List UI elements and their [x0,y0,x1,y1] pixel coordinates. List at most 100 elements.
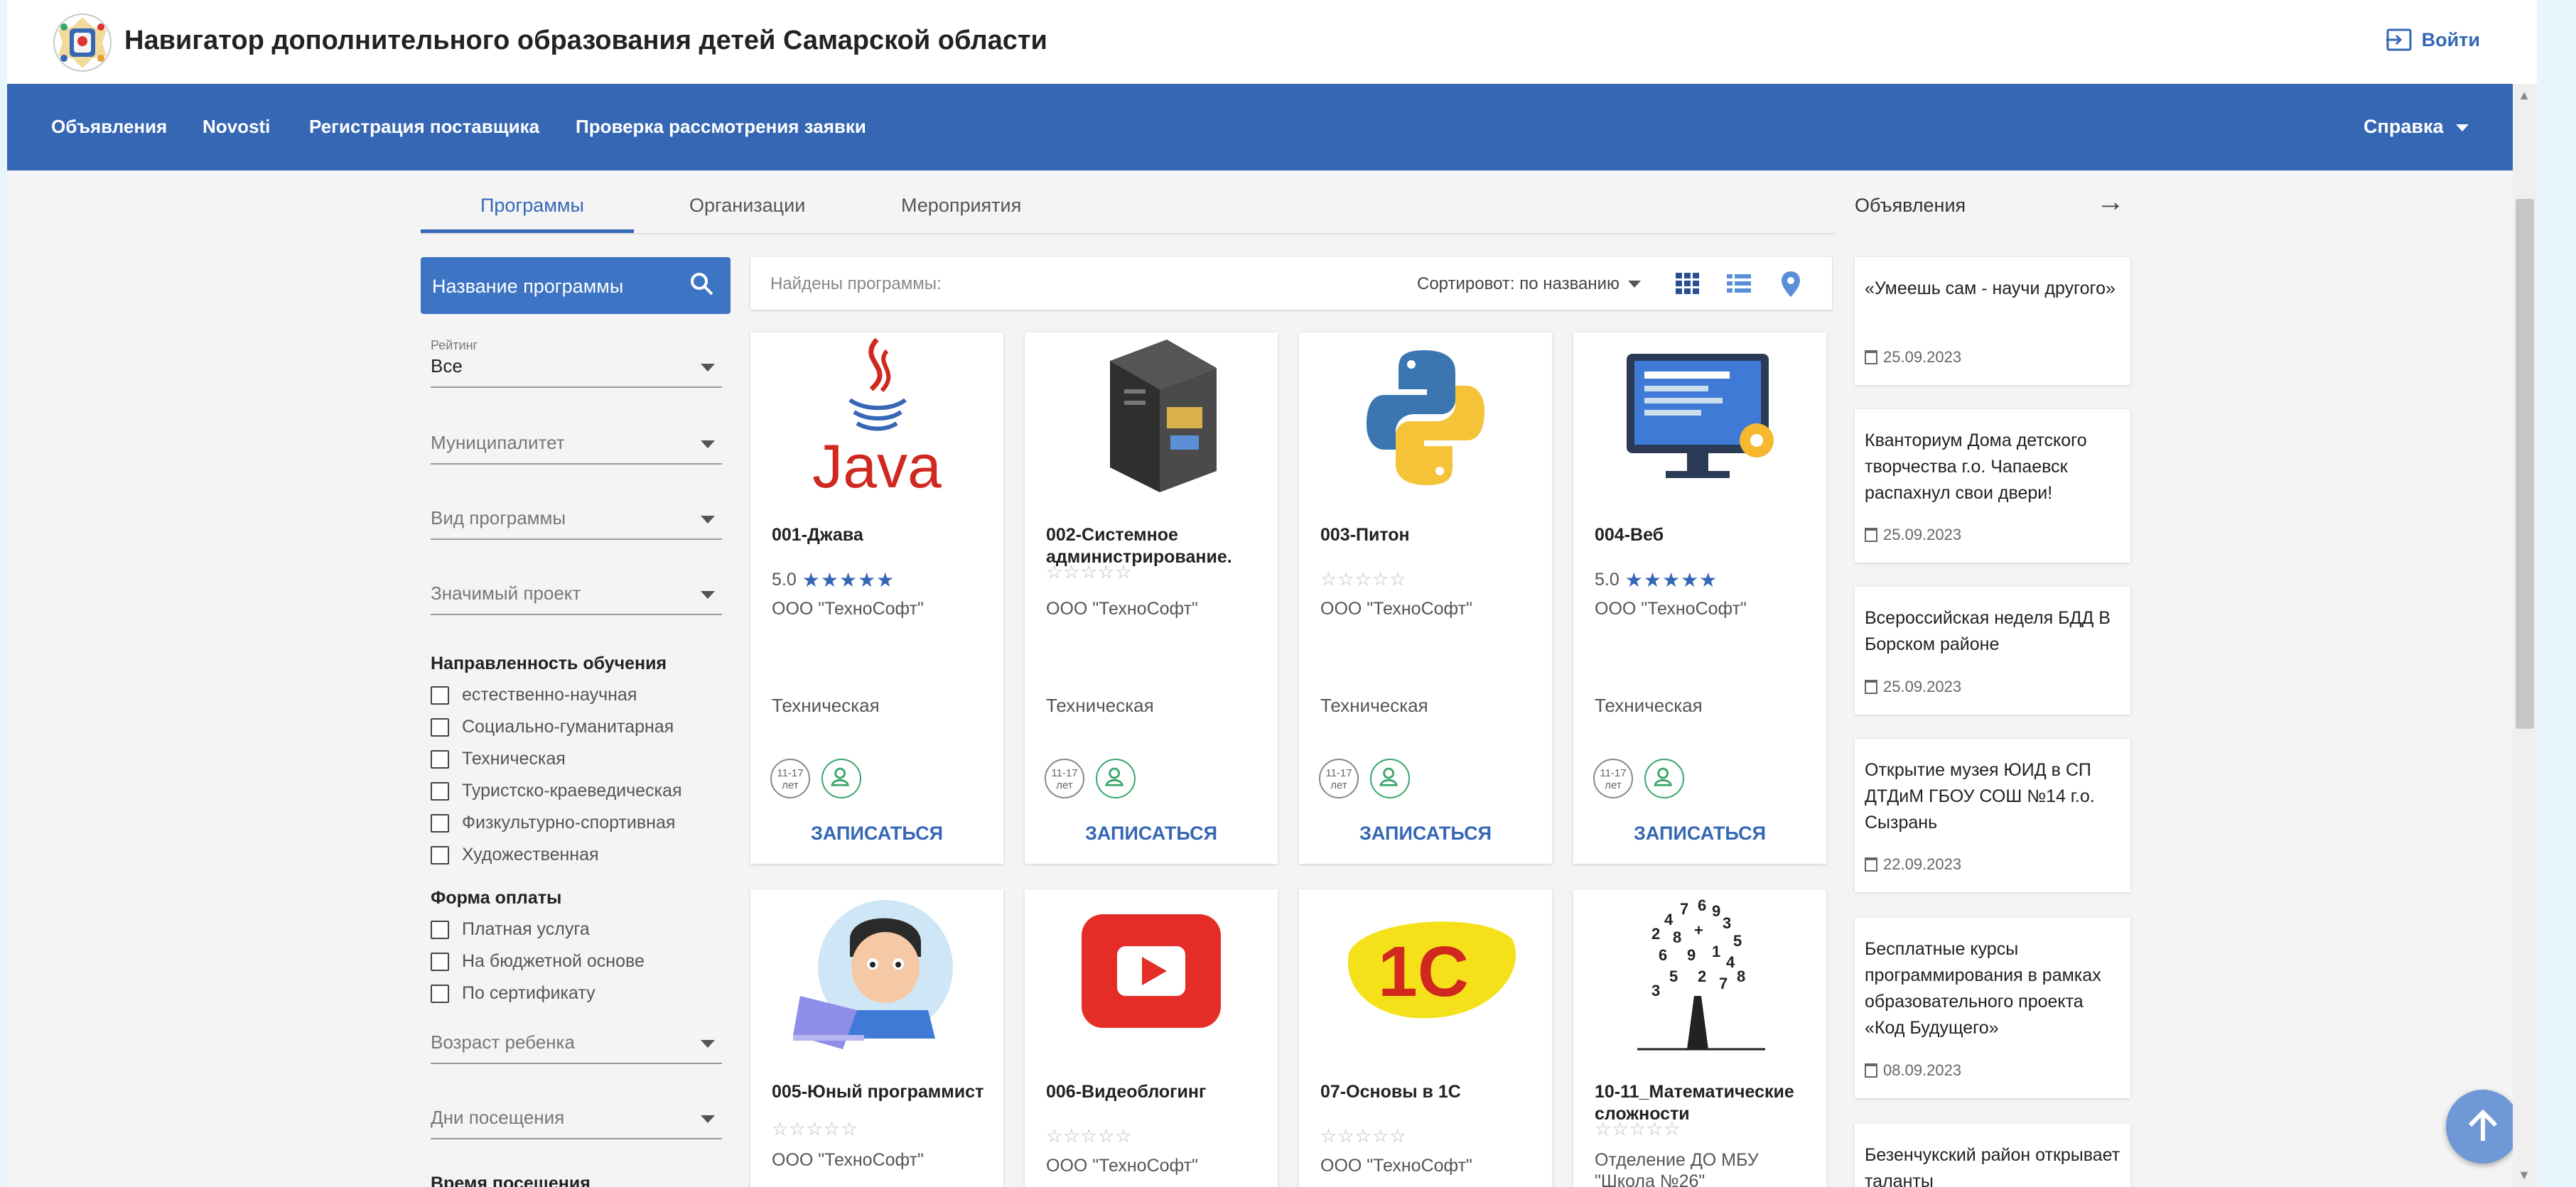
program-card[interactable]: 76943 2 8 +5 6 91452 738 10-11_Математическ… [1573,889,1826,1187]
svg-text:Java: Java [812,433,942,501]
significant-project-select[interactable]: Значимый проект [431,582,722,615]
checkbox-box[interactable] [431,749,449,769]
municipality-select[interactable]: Муниципалитет [431,432,722,465]
tab-organizations[interactable]: Организации [689,195,805,217]
nav-item-announcements[interactable]: Объявления [51,116,167,138]
login-label: Войти [2421,28,2480,50]
announcement-card[interactable]: Кванториум Дома детского творчества г.о.… [1855,409,2130,563]
direction-checkbox[interactable]: Техническая [431,749,566,769]
rating-number: 5.0 [1595,570,1620,590]
card-title[interactable]: 005-Юный программист [772,1081,985,1103]
enroll-button[interactable]: ЗАПИСАТЬСЯ [750,823,1003,845]
python-logo-image [1367,350,1484,485]
program-card[interactable]: 004-Веб 5.0 ★★★★★ ООО "ТехноСофт" Техниче… [1573,332,1826,864]
svg-text:9: 9 [1687,946,1696,964]
card-title[interactable]: 001-Джава [772,524,985,546]
person-icon [821,759,861,798]
svg-text:1С: 1С [1378,932,1469,1012]
arrow-right-icon[interactable]: → [2096,186,2125,218]
program-card[interactable]: 1С 07-Основы в 1С ☆☆☆☆☆ ООО "ТехноСофт" [1299,889,1552,1187]
svg-text:5: 5 [1669,968,1678,985]
card-title[interactable]: 004-Веб [1595,524,1808,546]
announcement-card[interactable]: Безенчукский район открывает таланты [1855,1124,2130,1187]
program-card[interactable]: 006-Видеоблогинг ☆☆☆☆☆ ООО "ТехноСофт" [1025,889,1278,1187]
announcement-card[interactable]: «Умеешь сам - научи другого» 25.09.2023 [1855,257,2130,385]
child-age-select[interactable]: Возраст ребенка [431,1031,722,1064]
list-view-icon[interactable] [1725,270,1752,297]
results-toolbar: Найдены программы: Сортировот: по назван… [750,257,1832,310]
svg-text:8: 8 [1673,928,1681,946]
payment-checkbox[interactable]: По сертификату [431,983,596,1004]
checkbox-box[interactable] [431,813,449,833]
caret-down-icon [1628,281,1642,288]
scrollbar-thumb[interactable] [2516,199,2534,729]
payment-checkbox[interactable]: Платная услуга [431,919,590,940]
map-pin-icon[interactable] [1779,270,1802,298]
login-button[interactable]: Войти [2385,28,2480,51]
enroll-button[interactable]: ЗАПИСАТЬСЯ [1573,823,1826,845]
page-scrollbar[interactable]: ▲ ▼ [2513,84,2537,1187]
tab-programs[interactable]: Программы [480,195,584,217]
checkbox-box[interactable] [431,984,449,1003]
card-organization: ООО "ТехноСофт" [1320,599,1472,619]
scroll-up-arrow-icon[interactable]: ▲ [2518,88,2531,103]
sort-select[interactable]: Сортировот: по названию [1417,274,1642,294]
announcement-card[interactable]: Бесплатные курсы программирования в рамк… [1855,918,2130,1098]
program-type-select[interactable]: Вид программы [431,507,722,540]
nav-item-application-check[interactable]: Проверка рассмотрения заявки [576,116,866,138]
help-menu-button[interactable]: Справка [2364,116,2469,138]
enroll-button[interactable]: ЗАПИСАТЬСЯ [1299,823,1552,845]
card-organization: ООО "ТехноСофт" [772,1150,924,1170]
card-title[interactable]: 006-Видеоблогинг [1046,1081,1259,1103]
calendar-icon [1865,350,1877,364]
scroll-to-top-button[interactable] [2446,1090,2520,1164]
youtube-logo-image [1082,914,1221,1028]
login-icon [2386,28,2412,51]
svg-text:6: 6 [1698,896,1706,914]
rating-select[interactable]: Рейтинг Все [431,338,722,388]
card-title[interactable]: 003-Питон [1320,524,1534,546]
checkbox-box[interactable] [431,920,449,939]
announcement-text: Открытие музея ЮИД в СП ДТДиМ ГБОУ СОШ №… [1865,760,2095,833]
direction-checkbox[interactable]: естественно-научная [431,685,637,705]
region-emblem-logo[interactable] [51,11,114,74]
payment-checkbox[interactable]: На бюджетной основе [431,951,645,972]
announcement-text: Бесплатные курсы программирования в рамк… [1865,939,2101,1038]
calendar-icon [1865,528,1877,542]
search-input[interactable] [431,269,668,304]
checkbox-box[interactable] [431,717,449,737]
card-title[interactable]: 07-Основы в 1С [1320,1081,1534,1103]
direction-checkbox[interactable]: Физкультурно-спортивная [431,813,675,833]
announcement-date-label: 22.09.2023 [1883,855,1962,873]
checkbox-box[interactable] [431,781,449,801]
caret-down-icon [701,1040,715,1048]
enroll-button[interactable]: ЗАПИСАТЬСЯ [1025,823,1278,845]
checkbox-box[interactable] [431,845,449,864]
direction-checkbox[interactable]: Туристско-краеведическая [431,781,682,801]
tab-events[interactable]: Мероприятия [901,195,1021,217]
program-card[interactable]: 005-Юный программист ☆☆☆☆☆ ООО "ТехноСоф… [750,889,1003,1187]
svg-text:+: + [1694,921,1703,939]
direction-label: Физкультурно-спортивная [462,813,676,833]
grid-view-icon[interactable] [1674,270,1701,297]
rating-value: Все [431,355,463,376]
checkbox-box[interactable] [431,685,449,705]
search-icon[interactable] [688,270,716,298]
municipality-label: Муниципалитет [431,432,565,453]
program-card[interactable]: Java 001-Джава 5.0 ★★★★★ ООО "ТехноСофт" … [750,332,1003,864]
announcement-card[interactable]: Всероссийская неделя БДД В Борском район… [1855,587,2130,715]
program-card[interactable]: 002-Системное администрирование. ☆☆☆☆☆ О… [1025,332,1278,864]
direction-checkbox[interactable]: Художественная [431,845,599,865]
direction-checkbox[interactable]: Социально-гуманитарная [431,717,674,737]
nav-item-news[interactable]: Novosti [203,116,270,138]
card-organization: Отделение ДО МБУ "Школа №26" [1595,1150,1759,1187]
announcement-card[interactable]: Открытие музея ЮИД в СП ДТДиМ ГБОУ СОШ №… [1855,739,2130,892]
nav-item-provider-registration[interactable]: Регистрация поставщика [309,116,539,138]
card-rating: ☆☆☆☆☆ [1046,1125,1133,1147]
significant-project-label: Значимый проект [431,582,581,604]
scroll-down-arrow-icon[interactable]: ▼ [2518,1168,2531,1183]
announcement-date-label: 25.09.2023 [1883,526,1962,543]
visit-days-select[interactable]: Дни посещения [431,1107,722,1139]
checkbox-box[interactable] [431,952,449,971]
program-card[interactable]: 003-Питон ☆☆☆☆☆ ООО "ТехноСофт" Техничес… [1299,332,1552,864]
